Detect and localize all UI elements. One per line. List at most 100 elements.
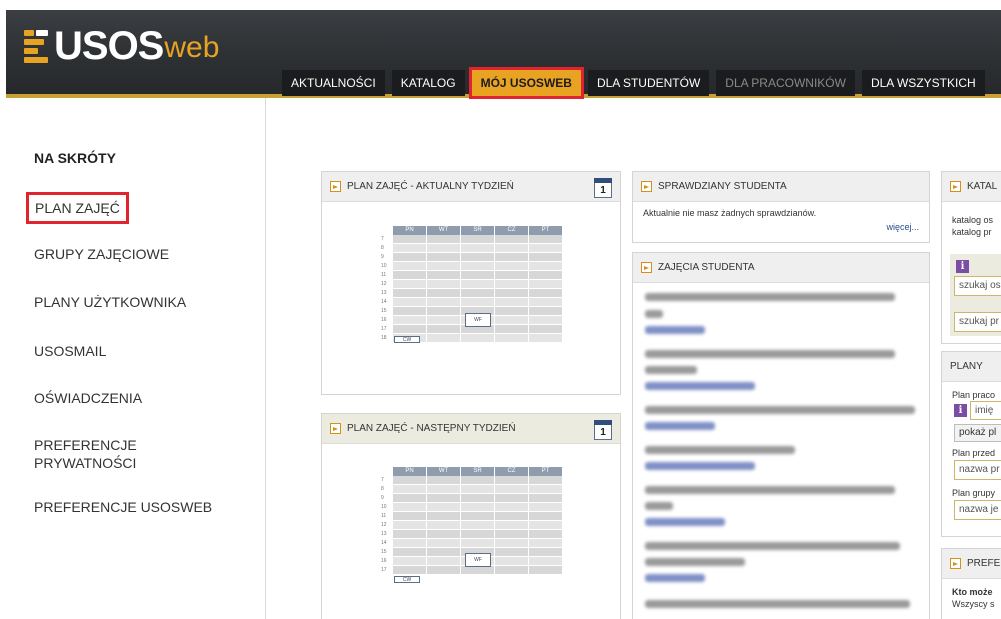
- grid-cell: [529, 521, 562, 530]
- grid-cell: [427, 298, 460, 307]
- grid-hour-row: 9: [381, 494, 563, 503]
- grid-cell: [495, 262, 528, 271]
- week-schedule-grid[interactable]: PN WT ŚR CZ PT 7 8 9 10 11 12 13 14 15 16 17 WF CW: [381, 467, 563, 583]
- sidebar-item-grupy-zajeciowe[interactable]: GRUPY ZAJĘCIOWE: [34, 245, 169, 263]
- sidebar-item-preferencje-usosweb[interactable]: PREFERENCJE USOSWEB: [34, 498, 212, 516]
- course-entry-blurred: [645, 558, 745, 566]
- unit-name-input[interactable]: nazwa je: [954, 500, 1001, 520]
- info-icon[interactable]: i: [956, 260, 969, 273]
- subject-name-input[interactable]: nazwa pr: [954, 460, 1001, 480]
- grid-hour-label: 15: [381, 549, 387, 555]
- grid-cell: [495, 539, 528, 548]
- grid-cell: [393, 494, 426, 503]
- expand-arrow-icon: [330, 423, 341, 434]
- sidebar-item-preferencje-prywatnosci[interactable]: PREFERENCJE PRYWATNOŚCI: [34, 436, 184, 472]
- grid-cell: [393, 280, 426, 289]
- grid-hour-row: 12: [381, 280, 563, 289]
- sidebar-item-plan-zajec[interactable]: PLAN ZAJĘĆ: [26, 192, 129, 224]
- schedule-event[interactable]: CW: [394, 336, 420, 343]
- grid-cell: [427, 235, 460, 244]
- calendar-icon[interactable]: 1: [594, 178, 612, 198]
- grid-cell: [427, 503, 460, 512]
- tests-more-link[interactable]: więcej...: [886, 222, 919, 232]
- grid-hour-label: 9: [381, 254, 384, 260]
- grid-cell: [461, 244, 494, 253]
- course-link-blurred[interactable]: [645, 326, 705, 334]
- preferences-panel: PREFE Kto może Wszyscy s: [941, 548, 1001, 619]
- course-entry-blurred: [645, 406, 915, 414]
- course-link-blurred[interactable]: [645, 462, 755, 470]
- nav-aktualnosci[interactable]: AKTUALNOŚCI: [282, 70, 385, 96]
- grid-cell: [461, 539, 494, 548]
- grid-cell: [461, 503, 494, 512]
- course-entry-blurred: [645, 350, 895, 358]
- grid-cell: [427, 316, 460, 325]
- grid-cell: [529, 325, 562, 334]
- tests-header[interactable]: SPRAWDZIANY STUDENTA: [633, 172, 929, 202]
- calendar-icon[interactable]: 1: [594, 420, 612, 440]
- grid-hour-label: 12: [381, 522, 387, 528]
- search-course-input[interactable]: szukaj pr: [954, 312, 1001, 332]
- grid-cell: [393, 271, 426, 280]
- course-link-blurred[interactable]: [645, 574, 705, 582]
- info-icon[interactable]: i: [954, 404, 967, 417]
- nav-moj-usosweb[interactable]: MÓJ USOSWEB: [468, 67, 584, 99]
- grid-cell: [427, 244, 460, 253]
- grid-cell: [529, 503, 562, 512]
- course-entry-blurred: [645, 542, 900, 550]
- nav-dla-wszystkich[interactable]: DLA WSZYSTKICH: [861, 70, 985, 96]
- grid-hour-row: 10: [381, 503, 563, 512]
- usosweb-logo[interactable]: USOS web: [24, 18, 219, 68]
- course-entry-blurred: [645, 600, 910, 608]
- grid-hour-label: 7: [381, 477, 384, 483]
- nav-katalog[interactable]: KATALOG: [391, 70, 465, 96]
- sidebar-item-usosmail[interactable]: USOSMAIL: [34, 342, 106, 360]
- search-person-input[interactable]: szukaj os: [954, 276, 1001, 296]
- grid-cell: [529, 271, 562, 280]
- plans-title: PLANY: [950, 361, 983, 372]
- logo-usos-text: USOS: [54, 24, 164, 68]
- preferences-header[interactable]: PREFE: [942, 549, 1001, 579]
- catalog-line-1[interactable]: katalog os: [952, 215, 993, 225]
- plan-current-week-panel: PLAN ZAJĘĆ - AKTUALNY TYDZIEŃ 1 PN WT ŚR CZ…: [321, 171, 621, 395]
- grid-cell: [495, 334, 528, 343]
- grid-cell: [393, 262, 426, 271]
- plans-header[interactable]: PLANY: [942, 352, 1001, 382]
- plan-current-week-header[interactable]: PLAN ZAJĘĆ - AKTUALNY TYDZIEŃ: [322, 172, 620, 202]
- grid-cell: [495, 566, 528, 575]
- courses-header[interactable]: ZAJĘCIA STUDENTA: [633, 253, 929, 283]
- catalog-line-2[interactable]: katalog pr: [952, 227, 992, 237]
- plan-next-week-header[interactable]: PLAN ZAJĘĆ - NASTĘPNY TYDZIEŃ: [322, 414, 620, 444]
- grid-hour-row: 11: [381, 512, 563, 521]
- catalog-header[interactable]: KATAL: [942, 172, 1001, 202]
- week-schedule-grid[interactable]: PN WT ŚR CZ PT 7 8 9 10 11 12 13 14 15 16 17 18 WF CW: [381, 226, 563, 343]
- courses-title: ZAJĘCIA STUDENTA: [658, 262, 755, 273]
- plans-panel: PLANY Plan praco i imię pokaż pl Plan pr…: [941, 351, 1001, 537]
- course-link-blurred[interactable]: [645, 518, 725, 526]
- schedule-event[interactable]: CW: [394, 576, 420, 583]
- sidebar-item-plany-uzytkownika[interactable]: PLANY UŻYTKOWNIKA: [34, 293, 186, 311]
- grid-hour-row: 14: [381, 539, 563, 548]
- schedule-event[interactable]: WF: [465, 553, 491, 567]
- grid-cell: [427, 253, 460, 262]
- grid-cell: [529, 566, 562, 575]
- grid-day-label: CZ: [495, 226, 528, 235]
- show-plan-button[interactable]: pokaż pl: [954, 424, 1001, 442]
- grid-hour-row: 9: [381, 253, 563, 262]
- grid-hour-row: 10: [381, 262, 563, 271]
- grid-cell: [495, 307, 528, 316]
- grid-hour-label: 16: [381, 317, 387, 323]
- employee-name-input[interactable]: imię: [970, 401, 1001, 420]
- grid-hour-label: 14: [381, 299, 387, 305]
- grid-cell: [495, 521, 528, 530]
- nav-dla-studentow[interactable]: DLA STUDENTÓW: [587, 70, 710, 96]
- grid-cell: [393, 316, 426, 325]
- schedule-event[interactable]: WF: [465, 313, 491, 327]
- grid-hour-row: 14: [381, 298, 563, 307]
- sidebar-item-oswiadczenia[interactable]: OŚWIADCZENIA: [34, 389, 142, 407]
- nav-dla-pracownikow[interactable]: DLA PRACOWNIKÓW: [716, 70, 855, 96]
- course-link-blurred[interactable]: [645, 422, 715, 430]
- grid-cell: [393, 566, 426, 575]
- grid-cell: [427, 548, 460, 557]
- course-link-blurred[interactable]: [645, 382, 755, 390]
